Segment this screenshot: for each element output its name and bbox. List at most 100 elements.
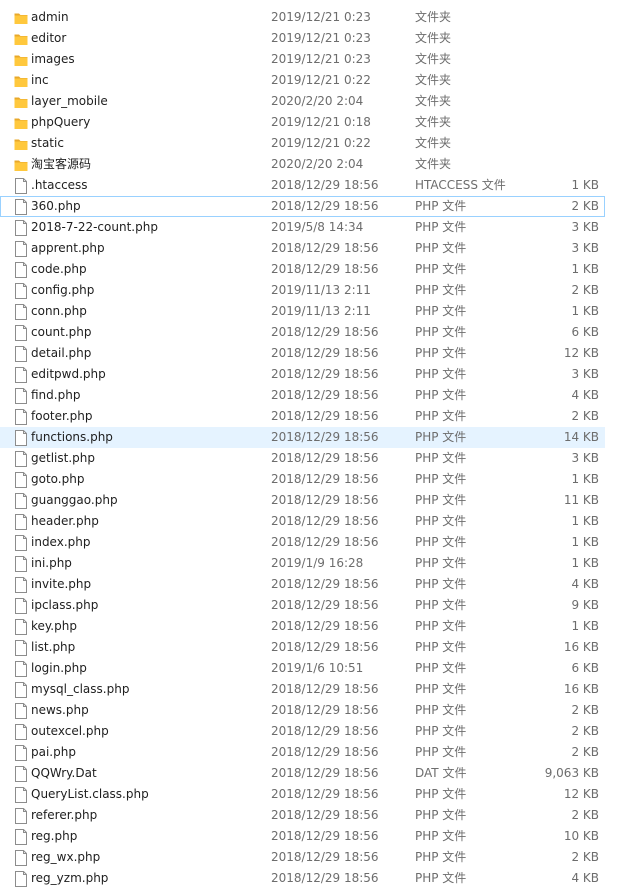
file-name: 2018-7-22-count.php [31,220,158,234]
file-size: 16 KB [563,682,599,696]
file-name: news.php [31,703,89,717]
file-icon [14,283,28,299]
file-row[interactable]: ini.php 2019/1/9 16:28 PHP 文件 1 KB [0,553,605,574]
file-row[interactable]: conn.php 2019/11/13 2:11 PHP 文件 1 KB [0,301,605,322]
file-row[interactable]: find.php 2018/12/29 18:56 PHP 文件 4 KB [0,385,605,406]
file-row[interactable]: mysql_class.php 2018/12/29 18:56 PHP 文件 … [0,679,605,700]
file-date-modified: 2018/12/29 18:56 [271,703,379,717]
file-row[interactable]: getlist.php 2018/12/29 18:56 PHP 文件 3 KB [0,448,605,469]
file-icon [14,367,28,383]
file-name: list.php [31,640,76,654]
file-name: QQWry.Dat [31,766,97,780]
file-row[interactable]: 360.php 2018/12/29 18:56 PHP 文件 2 KB [0,196,605,217]
file-row[interactable]: news.php 2018/12/29 18:56 PHP 文件 2 KB [0,700,605,721]
file-row[interactable]: images 2019/12/21 0:23 文件夹 [0,49,605,70]
file-name: static [31,136,64,150]
file-row[interactable]: ipclass.php 2018/12/29 18:56 PHP 文件 9 KB [0,595,605,616]
file-size: 2 KB [571,808,599,822]
file-icon [14,787,28,803]
file-type: PHP 文件 [415,346,467,360]
file-date-modified: 2019/12/21 0:23 [271,31,371,45]
file-row[interactable]: count.php 2018/12/29 18:56 PHP 文件 6 KB [0,322,605,343]
file-type: PHP 文件 [415,619,467,633]
file-type: PHP 文件 [415,514,467,528]
file-row[interactable]: phpQuery 2019/12/21 0:18 文件夹 [0,112,605,133]
file-row[interactable]: inc 2019/12/21 0:22 文件夹 [0,70,605,91]
file-row[interactable]: outexcel.php 2018/12/29 18:56 PHP 文件 2 K… [0,721,605,742]
file-row[interactable]: 淘宝客源码 2020/2/20 2:04 文件夹 [0,154,605,175]
file-name: pai.php [31,745,76,759]
file-name: reg.php [31,829,78,843]
file-row[interactable]: detail.php 2018/12/29 18:56 PHP 文件 12 KB [0,343,605,364]
file-row[interactable]: .htaccess 2018/12/29 18:56 HTACCESS 文件 1… [0,175,605,196]
file-size: 1 KB [571,304,599,318]
file-icon [14,199,28,215]
file-row[interactable]: reg_yzm.php 2018/12/29 18:56 PHP 文件 4 KB [0,868,605,889]
file-icon [14,640,28,656]
file-row[interactable]: header.php 2018/12/29 18:56 PHP 文件 1 KB [0,511,605,532]
file-type: PHP 文件 [415,367,467,381]
file-row[interactable]: footer.php 2018/12/29 18:56 PHP 文件 2 KB [0,406,605,427]
file-row[interactable]: static 2019/12/21 0:22 文件夹 [0,133,605,154]
file-type: PHP 文件 [415,493,467,507]
file-type: 文件夹 [415,94,452,108]
file-name: ini.php [31,556,72,570]
file-size: 1 KB [571,535,599,549]
file-type: PHP 文件 [415,787,467,801]
file-date-modified: 2018/12/29 18:56 [271,451,379,465]
file-row[interactable]: editor 2019/12/21 0:23 文件夹 [0,28,605,49]
file-row[interactable]: referer.php 2018/12/29 18:56 PHP 文件 2 KB [0,805,605,826]
file-date-modified: 2018/12/29 18:56 [271,640,379,654]
file-name: guanggao.php [31,493,118,507]
file-row[interactable]: login.php 2019/1/6 10:51 PHP 文件 6 KB [0,658,605,679]
file-row[interactable]: reg_wx.php 2018/12/29 18:56 PHP 文件 2 KB [0,847,605,868]
file-date-modified: 2018/12/29 18:56 [271,178,379,192]
file-row[interactable]: reg.php 2018/12/29 18:56 PHP 文件 10 KB [0,826,605,847]
file-icon [14,682,28,698]
file-row[interactable]: invite.php 2018/12/29 18:56 PHP 文件 4 KB [0,574,605,595]
file-date-modified: 2018/12/29 18:56 [271,808,379,822]
file-size: 2 KB [571,745,599,759]
file-date-modified: 2018/12/29 18:56 [271,325,379,339]
file-row[interactable]: editpwd.php 2018/12/29 18:56 PHP 文件 3 KB [0,364,605,385]
file-date-modified: 2019/1/9 16:28 [271,556,364,570]
file-name: footer.php [31,409,93,423]
file-icon [14,241,28,257]
file-name: getlist.php [31,451,95,465]
file-row[interactable]: goto.php 2018/12/29 18:56 PHP 文件 1 KB [0,469,605,490]
file-name: outexcel.php [31,724,109,738]
file-row[interactable]: 2018-7-22-count.php 2019/5/8 14:34 PHP 文… [0,217,605,238]
file-date-modified: 2018/12/29 18:56 [271,199,379,213]
file-row[interactable]: config.php 2019/11/13 2:11 PHP 文件 2 KB [0,280,605,301]
file-row[interactable]: layer_mobile 2020/2/20 2:04 文件夹 [0,91,605,112]
file-icon [14,514,28,530]
file-row[interactable]: QueryList.class.php 2018/12/29 18:56 PHP… [0,784,605,805]
file-row[interactable]: list.php 2018/12/29 18:56 PHP 文件 16 KB [0,637,605,658]
file-icon [14,745,28,761]
file-row[interactable]: index.php 2018/12/29 18:56 PHP 文件 1 KB [0,532,605,553]
file-row[interactable]: QQWry.Dat 2018/12/29 18:56 DAT 文件 9,063 … [0,763,605,784]
file-row[interactable]: pai.php 2018/12/29 18:56 PHP 文件 2 KB [0,742,605,763]
file-icon [14,451,28,467]
file-row[interactable]: apprent.php 2018/12/29 18:56 PHP 文件 3 KB [0,238,605,259]
file-icon [14,178,28,194]
file-type: PHP 文件 [415,598,467,612]
file-row[interactable]: admin 2019/12/21 0:23 文件夹 [0,7,605,28]
file-row[interactable]: key.php 2018/12/29 18:56 PHP 文件 1 KB [0,616,605,637]
file-row[interactable]: code.php 2018/12/29 18:56 PHP 文件 1 KB [0,259,605,280]
file-type: PHP 文件 [415,199,467,213]
file-icon [14,409,28,425]
file-size: 12 KB [563,346,599,360]
file-size: 16 KB [563,640,599,654]
file-row[interactable]: functions.php 2018/12/29 18:56 PHP 文件 14… [0,427,605,448]
file-size: 14 KB [563,430,599,444]
file-type: PHP 文件 [415,556,467,570]
file-date-modified: 2019/11/13 2:11 [271,304,371,318]
file-name: layer_mobile [31,94,108,108]
file-name: images [31,52,75,66]
file-date-modified: 2019/1/6 10:51 [271,661,364,675]
file-row[interactable]: guanggao.php 2018/12/29 18:56 PHP 文件 11 … [0,490,605,511]
file-size: 2 KB [571,703,599,717]
file-type: 文件夹 [415,157,452,171]
file-date-modified: 2018/12/29 18:56 [271,850,379,864]
